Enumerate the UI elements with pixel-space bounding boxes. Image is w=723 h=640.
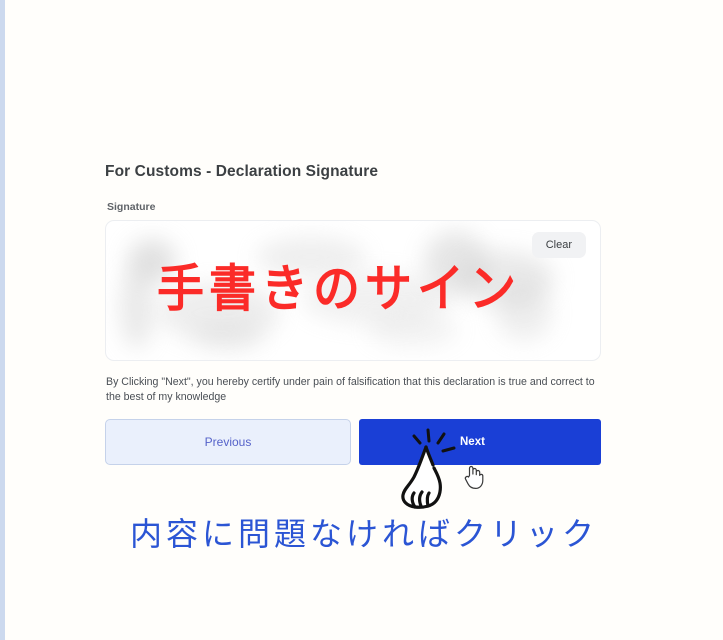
signature-ink-mark — [120, 267, 154, 349]
left-edge-strip — [0, 0, 5, 640]
signature-pad[interactable]: Clear 手書きのサイン — [105, 220, 601, 361]
page-canvas: For Customs - Declaration Signature Sign… — [0, 0, 723, 640]
form-action-row: Previous Next — [105, 419, 601, 466]
clear-signature-button[interactable]: Clear — [531, 232, 586, 258]
signature-annotation-text: 手書きのサイン — [157, 259, 521, 320]
page-title: For Customs - Declaration Signature — [105, 163, 379, 180]
instruction-annotation-text: 内容に問題なければクリック — [130, 515, 599, 553]
signature-field-label: Signature — [107, 201, 156, 213]
signature-ink-mark — [194, 321, 264, 351]
declaration-signature-form: For Customs - Declaration Signature Sign… — [105, 163, 601, 466]
pointer-hand-cursor-icon — [464, 465, 484, 489]
next-button[interactable]: Next — [359, 419, 601, 466]
certification-disclaimer: By Clicking "Next", you hereby certify u… — [106, 376, 595, 404]
previous-button[interactable]: Previous — [105, 419, 351, 466]
